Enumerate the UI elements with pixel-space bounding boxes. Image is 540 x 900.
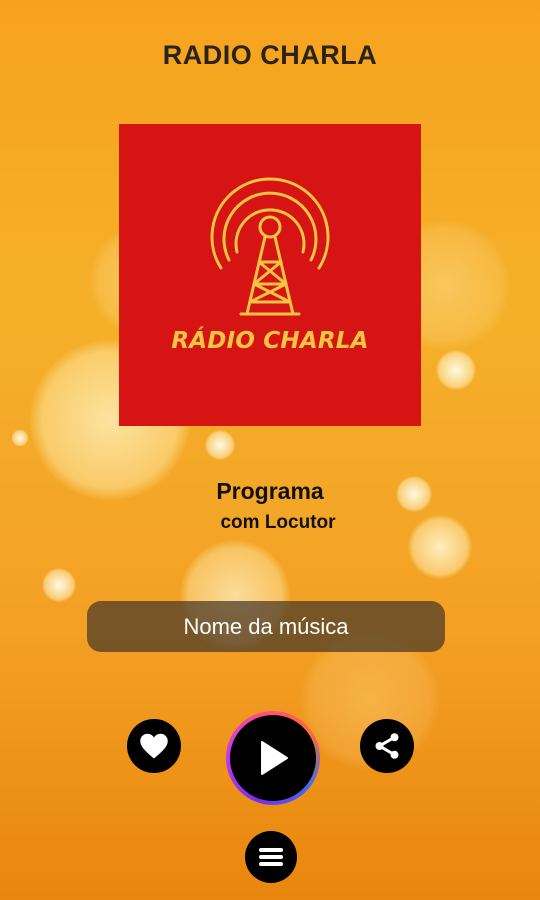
radio-tower-icon: [210, 177, 330, 316]
bokeh-light: [12, 430, 28, 446]
song-name: Nome da música: [183, 613, 349, 639]
bokeh-light: [42, 568, 76, 602]
share-icon: [375, 733, 399, 759]
bokeh-light: [205, 430, 235, 460]
bokeh-light: [436, 350, 476, 390]
program-title: Programa: [216, 478, 324, 504]
play-icon: [261, 741, 288, 775]
share-button[interactable]: [360, 719, 414, 773]
menu-button[interactable]: [245, 831, 297, 883]
favorite-button[interactable]: [127, 719, 181, 773]
song-name-bar: Nome da música: [87, 601, 445, 652]
play-button[interactable]: [230, 715, 316, 801]
heart-icon: [140, 733, 168, 759]
menu-icon: [259, 848, 283, 866]
station-logo: RÁDIO CHARLA: [119, 124, 421, 426]
app-title: RADIO CHARLA: [162, 40, 378, 70]
program-host: com Locutor: [220, 512, 336, 533]
logo-text: RÁDIO CHARLA: [171, 328, 369, 354]
